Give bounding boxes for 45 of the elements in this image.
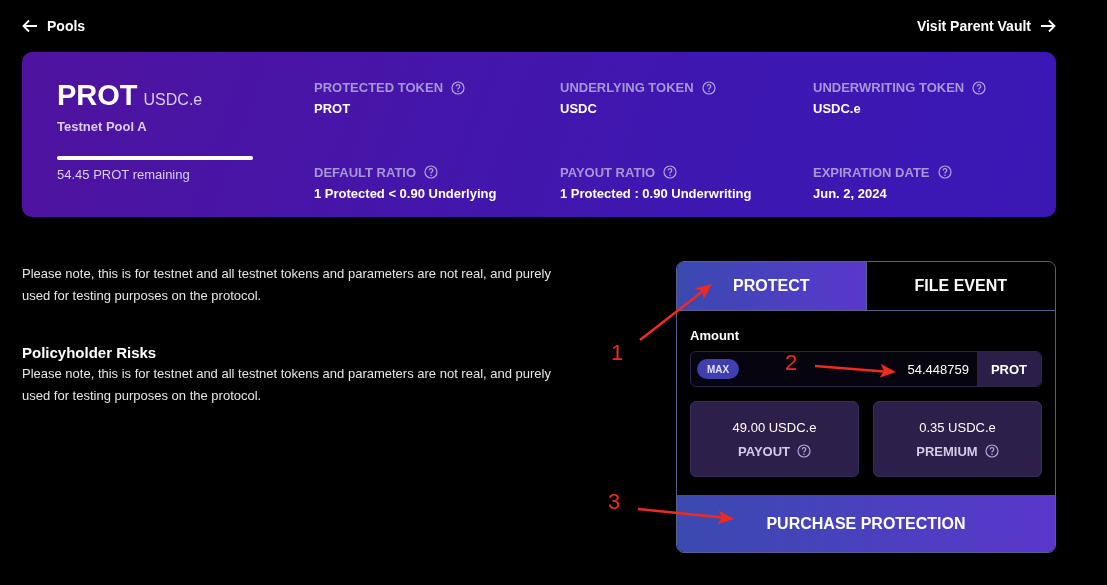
help-icon bbox=[937, 165, 952, 179]
purchase-button[interactable]: PURCHASE PROTECTION bbox=[677, 495, 1055, 552]
annotation-number: 2 bbox=[785, 350, 798, 376]
help-icon bbox=[701, 80, 716, 95]
detail-value: USDC.e bbox=[813, 101, 862, 116]
help-icon bbox=[663, 165, 678, 179]
detail-value: 1 Protected < 0.90 Underlying bbox=[314, 185, 498, 201]
help-icon bbox=[984, 444, 999, 458]
stat-value: 49.00 USDC.e bbox=[732, 419, 817, 435]
parent-vault-link[interactable]: Visit Parent Vault bbox=[916, 18, 1056, 34]
pool-name: Testnet Pool A bbox=[57, 119, 148, 134]
unit-label: PROT bbox=[976, 352, 1041, 386]
detail-value: Jun. 2, 2024 bbox=[813, 185, 888, 201]
detail-value: 1 Protected : 0.90 Underwriting bbox=[560, 185, 753, 201]
help-icon bbox=[797, 444, 811, 458]
stat-value: 0.35 USDC.e bbox=[919, 419, 996, 435]
risks-text: Please note, this is for testnet and all testnet tokens and parameters are not real, and purely used for testing purposes on the protocol. bbox=[22, 365, 552, 405]
amount-value: 54.448759 bbox=[907, 361, 969, 377]
help-icon bbox=[424, 165, 439, 179]
detail-label: UNDERLYING TOKEN bbox=[560, 80, 694, 95]
detail-label: DEFAULT RATIO bbox=[314, 164, 417, 180]
arrow-right-icon bbox=[1040, 19, 1056, 33]
help-icon bbox=[972, 80, 987, 95]
amount-label: Amount bbox=[690, 328, 741, 343]
remaining-text: 54.45 PROT remaining bbox=[57, 167, 191, 182]
help-icon bbox=[451, 80, 466, 95]
tab[interactable]: FILE EVENT bbox=[865, 262, 1055, 310]
pool-token: USDC.e bbox=[143, 91, 203, 109]
annotation-number: 3 bbox=[608, 489, 621, 515]
max-button[interactable]: MAX bbox=[697, 359, 740, 379]
tab[interactable]: PROTECT bbox=[677, 262, 866, 310]
detail-label: UNDERWRITING TOKEN bbox=[813, 80, 965, 95]
detail-value: PROT bbox=[314, 101, 352, 116]
arrow-left-icon bbox=[22, 19, 38, 33]
detail-label: EXPIRATION DATE bbox=[813, 164, 930, 180]
detail-label: PAYOUT RATIO bbox=[560, 164, 656, 180]
pool-symbol: PROT bbox=[57, 79, 138, 112]
stat-label: PREMIUM bbox=[916, 443, 978, 459]
stat-label: PAYOUT bbox=[738, 443, 790, 459]
annotation-number: 1 bbox=[611, 340, 624, 366]
back-link[interactable]: Pools bbox=[22, 18, 86, 34]
risks-heading: Policyholder Risks bbox=[22, 343, 158, 363]
note-text: Please note, this is for testnet and all testnet tokens and parameters are not real, and purely used for testing purposes on the protocol. bbox=[22, 265, 552, 305]
detail-value: USDC bbox=[560, 101, 598, 116]
detail-label: PROTECTED TOKEN bbox=[314, 80, 444, 95]
